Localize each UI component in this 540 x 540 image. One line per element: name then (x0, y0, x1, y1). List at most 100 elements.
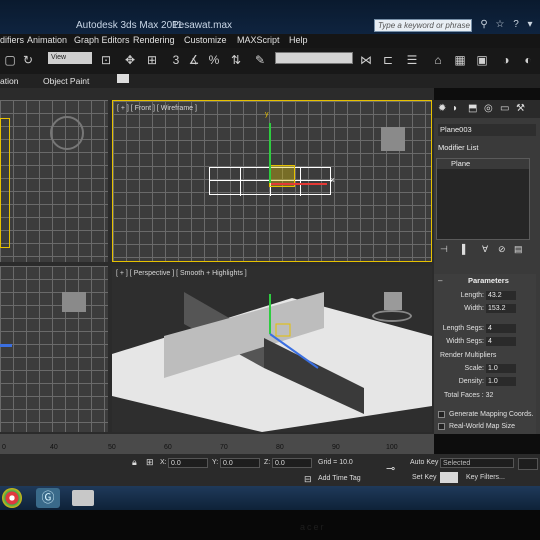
menu-maxscript[interactable]: MAXScript (237, 35, 280, 45)
hierarchy-tab-icon[interactable]: ⬒ (468, 103, 477, 114)
key-mode-dropdown[interactable]: Selected (440, 458, 514, 468)
snap-toggle[interactable]: 3 (168, 52, 184, 68)
auto-key-button[interactable]: Auto Key (410, 459, 438, 466)
parameters-title[interactable]: Parameters (468, 276, 509, 285)
align-icon[interactable]: ⊏ (380, 52, 396, 68)
density-input[interactable]: 1.0 (486, 377, 516, 386)
x-coord-input[interactable]: 0.0 (168, 458, 208, 468)
length-input[interactable]: 43.2 (486, 291, 516, 300)
y-axis-label: y (265, 111, 269, 118)
real-world-checkbox[interactable] (438, 423, 445, 430)
search-input[interactable]: Type a keyword or phrase (374, 19, 472, 32)
spinner-snap-icon[interactable]: ⇅ (228, 52, 244, 68)
tab-population[interactable]: ation (0, 76, 18, 86)
named-selection-icon[interactable]: ✎ (252, 52, 268, 68)
timeline-tick: 40 (50, 444, 58, 451)
monitor-brand: acer (300, 522, 326, 532)
help-icon[interactable]: ? (510, 19, 522, 31)
gen-mapping-checkbox[interactable] (438, 411, 445, 418)
timeline-ruler[interactable]: 0 40 50 60 70 80 90 100 (0, 434, 434, 454)
curve-editor-icon[interactable]: ⌂ (430, 52, 446, 68)
stack-item-plane[interactable]: Plane (437, 159, 529, 169)
chrome-icon[interactable] (2, 488, 22, 508)
scale-input[interactable]: 1.0 (486, 364, 516, 373)
menu-graph-editors[interactable]: Graph Editors (74, 35, 130, 45)
3dsmax-taskbar-icon[interactable]: Ⓖ (36, 488, 60, 508)
angle-snap-icon[interactable]: ∡ (186, 52, 202, 68)
utilities-tab-icon[interactable]: ⚒ (516, 103, 525, 114)
pivot-icon[interactable]: ⊡ (98, 52, 114, 68)
absolute-mode-icon[interactable]: ⊞ (146, 457, 154, 468)
remove-modifier-icon[interactable]: ⊘ (498, 244, 506, 255)
viewcube-perspective[interactable] (372, 292, 412, 322)
axis-tripod (0, 344, 12, 347)
object-name-field[interactable]: Plane003 (438, 124, 536, 136)
z-coord-input[interactable]: 0.0 (272, 458, 312, 468)
playback-control[interactable] (518, 458, 538, 470)
viewport-perspective[interactable]: [ + ] [ Perspective ] [ Smooth + Highlig… (112, 266, 432, 432)
pin-stack-icon[interactable]: ⊣ (440, 244, 448, 255)
y-axis-gizmo[interactable] (269, 123, 271, 183)
width-segs-input[interactable]: 4 (486, 337, 516, 346)
named-selection-field[interactable] (275, 52, 353, 64)
x-axis-gizmo[interactable] (271, 183, 327, 185)
rollout-minus-icon[interactable]: – (438, 276, 442, 285)
ribbon-toggle-icon[interactable] (117, 74, 129, 83)
real-world-label: Real-World Map Size (449, 423, 516, 430)
viewport-left[interactable] (0, 266, 108, 432)
rotate-icon[interactable]: ↻ (20, 52, 36, 68)
render-icon[interactable]: ◐ (520, 52, 536, 68)
viewcube[interactable] (381, 127, 405, 151)
add-time-tag[interactable]: Add Time Tag (318, 475, 361, 482)
front-viewport-label[interactable]: [ + ] [ Front ] [ Wireframe ] (117, 105, 197, 112)
density-label: Density: (458, 378, 484, 385)
tab-object-paint[interactable]: Object Paint (43, 76, 89, 86)
chevron-down-icon[interactable]: ▾ (524, 19, 536, 31)
key-filters-button[interactable]: Key Filters... (466, 474, 505, 481)
set-key-button[interactable]: Set Key (412, 474, 437, 481)
motion-tab-icon[interactable]: ◎ (484, 103, 493, 114)
viewport-top[interactable] (0, 100, 108, 262)
lock-icon[interactable]: 🔒︎ (132, 457, 137, 468)
y-coord-input[interactable]: 0.0 (220, 458, 260, 468)
viewcube-left[interactable] (62, 292, 86, 312)
binoculars-icon[interactable]: ⚲ (478, 19, 490, 31)
menu-modifiers[interactable]: difiers (0, 35, 24, 45)
modifier-list-dropdown[interactable]: Modifier List (438, 143, 534, 154)
star-icon[interactable]: ☆ (494, 19, 506, 31)
menu-bar: difiers Animation Graph Editors Renderin… (0, 34, 540, 48)
show-end-result-icon[interactable]: ▌ (462, 244, 468, 254)
mirror-icon[interactable]: ⋈ (358, 52, 374, 68)
create-tab-icon[interactable]: ✹ (438, 103, 446, 114)
percent-snap-icon[interactable]: % (206, 52, 222, 68)
width-input[interactable]: 153.2 (486, 304, 516, 313)
set-key-big-button[interactable] (440, 472, 458, 483)
modifier-stack[interactable]: Plane (436, 158, 530, 240)
select-icon[interactable]: ▢ (2, 52, 18, 68)
material-editor-icon[interactable]: ▣ (474, 52, 490, 68)
layer-icon[interactable]: ☰ (404, 52, 420, 68)
move-icon[interactable]: ✥ (122, 52, 138, 68)
menu-rendering[interactable]: Rendering (133, 35, 175, 45)
app-title: Autodesk 3ds Max 2011 (76, 20, 183, 31)
gen-mapping-label: Generate Mapping Coords. (449, 411, 534, 418)
reference-coordinate-dropdown[interactable]: View (48, 52, 92, 64)
make-unique-icon[interactable]: ∀ (482, 244, 488, 255)
viewcube-ring[interactable] (50, 116, 84, 150)
object-outline (0, 118, 10, 248)
configure-icon[interactable]: ▤ (514, 244, 523, 255)
menu-help[interactable]: Help (289, 35, 308, 45)
menu-animation[interactable]: Animation (27, 35, 67, 45)
render-setup-icon[interactable]: ◑ (498, 52, 514, 68)
perspective-scene (112, 292, 432, 432)
key-icon[interactable]: ⊸ (386, 462, 395, 475)
manipulate-icon[interactable]: ⊞ (144, 52, 160, 68)
viewport-front[interactable]: [ + ] [ Front ] [ Wireframe ] y x (112, 100, 432, 262)
time-tag-icon[interactable]: ⊟ (304, 474, 312, 485)
length-segs-input[interactable]: 4 (486, 324, 516, 333)
display-tab-icon[interactable]: ▭ (500, 103, 509, 114)
modify-tab-icon[interactable]: ◗ (452, 103, 458, 114)
explorer-icon[interactable] (72, 490, 94, 506)
menu-customize[interactable]: Customize (184, 35, 227, 45)
schematic-icon[interactable]: ▦ (452, 52, 468, 68)
